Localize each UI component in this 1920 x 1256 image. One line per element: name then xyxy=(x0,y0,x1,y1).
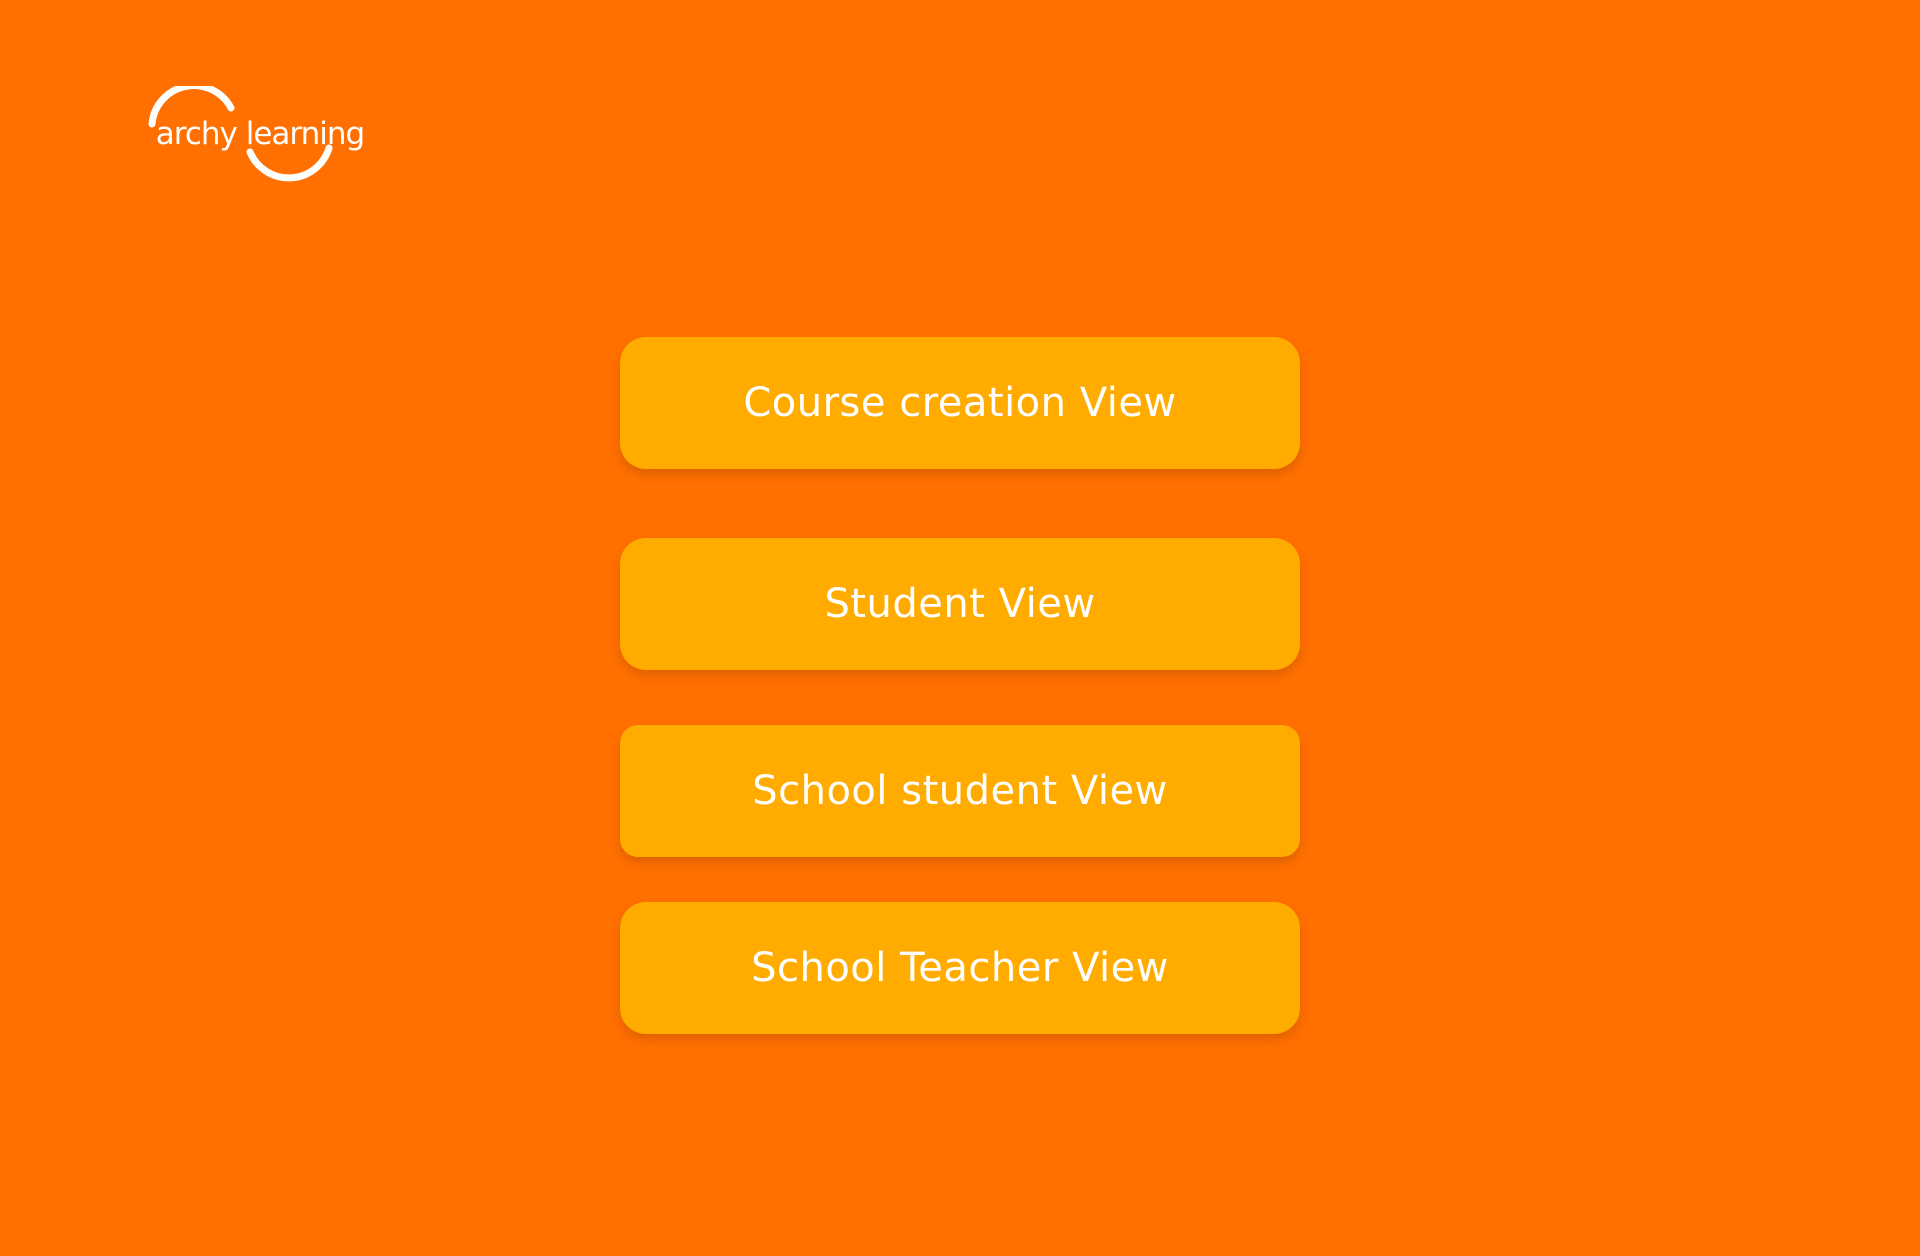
school-student-view-button[interactable]: School student View xyxy=(620,725,1300,857)
school-teacher-view-label: School Teacher View xyxy=(751,945,1169,991)
course-creation-view-button[interactable]: Course creation View xyxy=(620,337,1300,469)
logo-text: archy learning xyxy=(155,116,365,152)
school-student-view-label: School student View xyxy=(752,768,1168,814)
archy-learning-logo[interactable]: archy learning xyxy=(147,86,373,186)
student-view-label: Student View xyxy=(824,581,1096,627)
landing-page: archy learning Course creation View Stud… xyxy=(0,0,1920,1256)
student-view-button[interactable]: Student View xyxy=(620,538,1300,670)
course-creation-view-label: Course creation View xyxy=(743,380,1177,426)
school-teacher-view-button[interactable]: School Teacher View xyxy=(620,902,1300,1034)
